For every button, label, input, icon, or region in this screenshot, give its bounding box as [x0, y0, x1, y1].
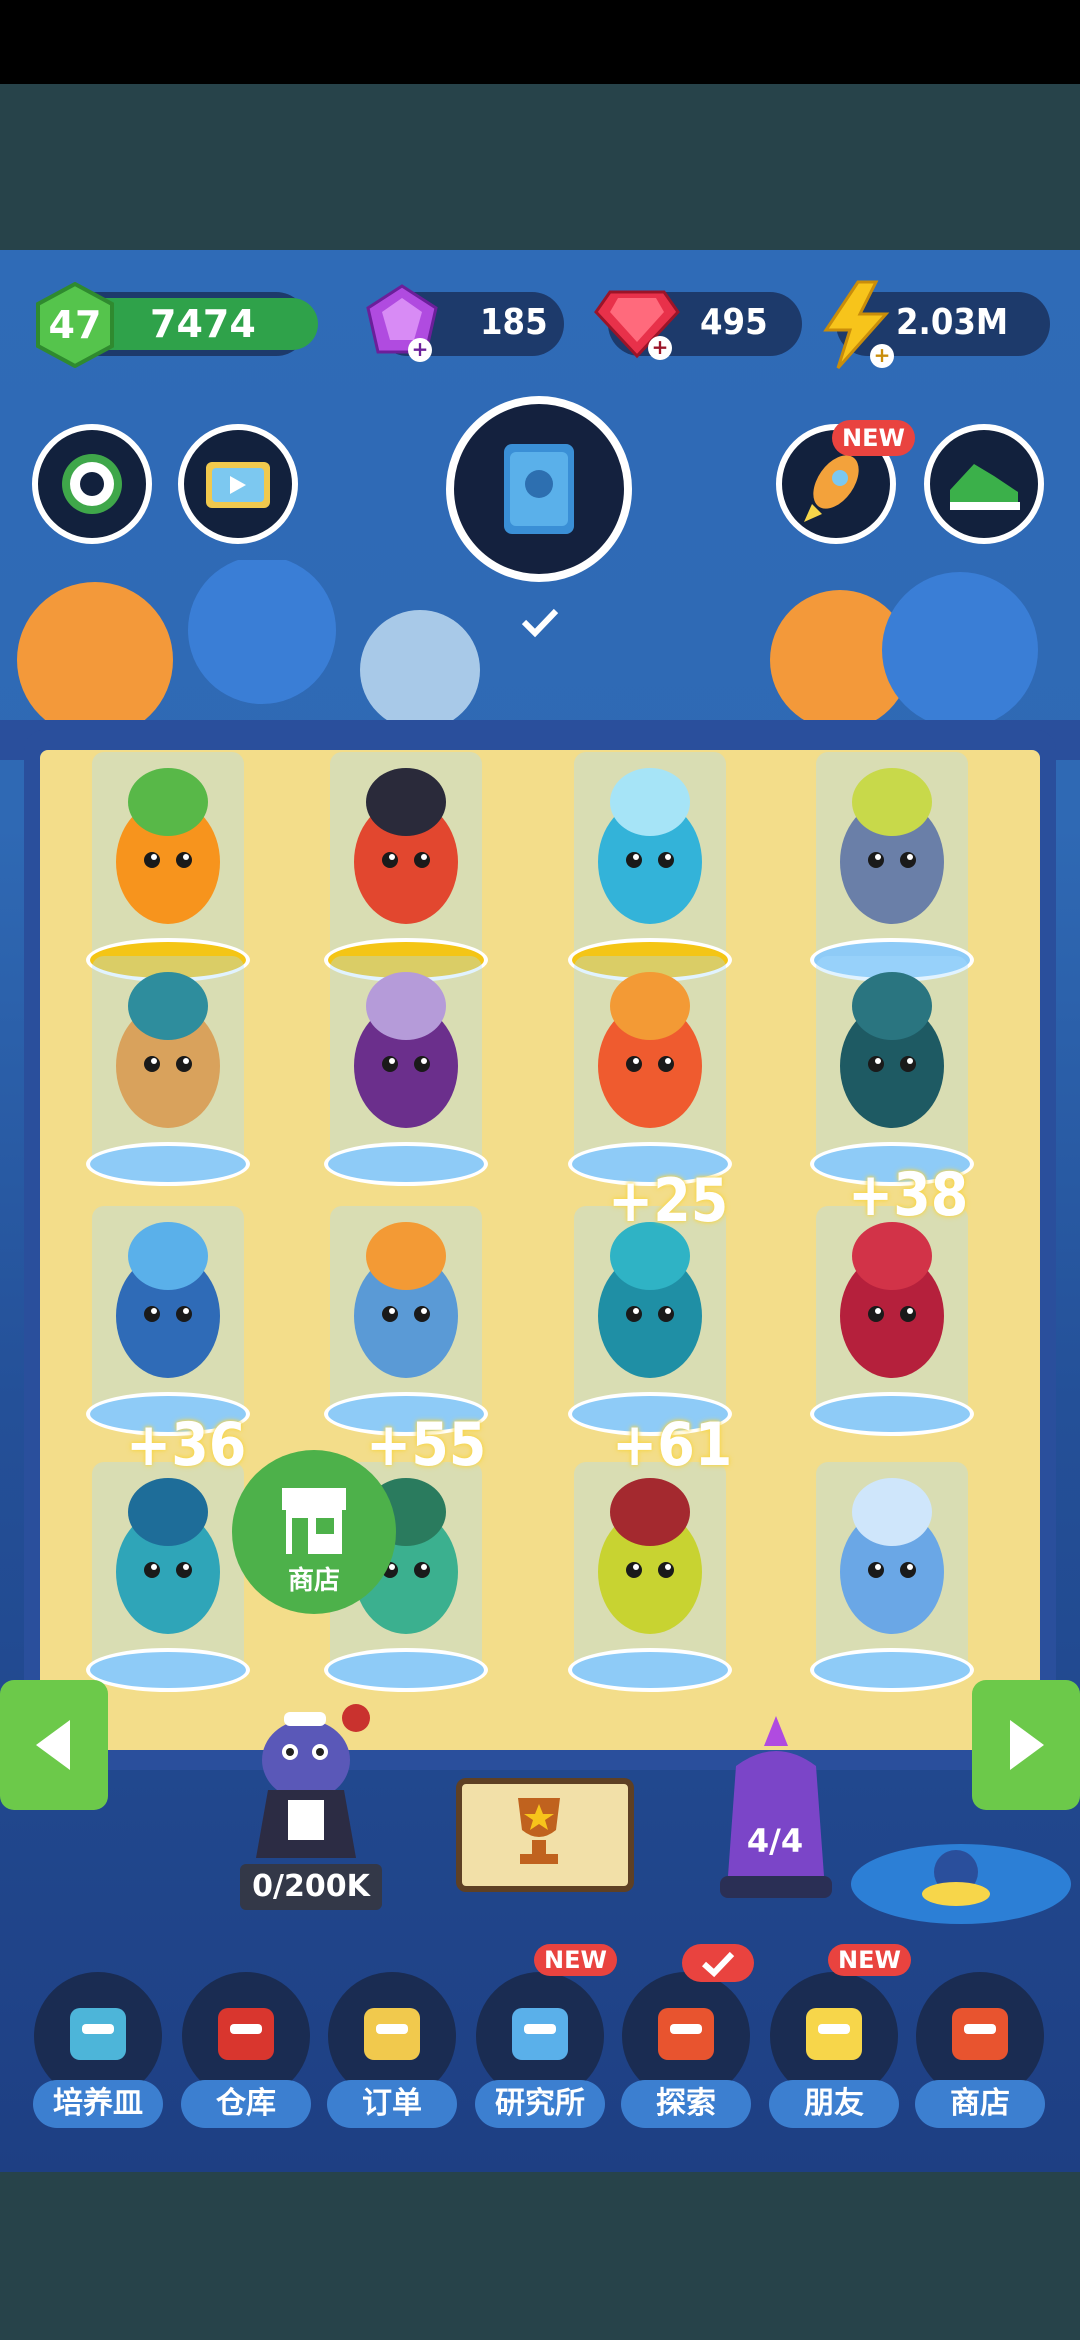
plant-slot[interactable] — [86, 1452, 250, 1692]
menu-label[interactable]: 订单 — [327, 2080, 457, 2128]
coin-count: 7474 — [150, 302, 256, 346]
plant-slot[interactable] — [324, 1196, 488, 1436]
plant-slot[interactable] — [810, 946, 974, 1186]
check-icon — [701, 1951, 735, 1978]
status-bar — [0, 0, 1080, 84]
plant-creature — [116, 768, 220, 924]
new-badge: NEW — [534, 1944, 617, 1976]
gem-count: 185 — [480, 302, 548, 343]
new-badge: NEW — [828, 1944, 911, 1976]
menu-label[interactable]: 仓库 — [181, 2080, 311, 2128]
plant-base — [810, 1392, 974, 1436]
boost-label: +25 — [608, 1166, 729, 1236]
shop-float-label: 商店 — [287, 1566, 340, 1596]
achievements-sign[interactable] — [456, 1778, 634, 1892]
maid-character[interactable] — [240, 1690, 380, 1860]
plant-slot[interactable] — [568, 1452, 732, 1692]
plant-slot[interactable] — [810, 1452, 974, 1692]
plant-creature — [116, 1478, 220, 1634]
book-icon — [504, 444, 574, 534]
plant-creature — [354, 972, 458, 1128]
bottom-decoration — [0, 2172, 1080, 2340]
plant-base — [324, 1142, 488, 1186]
tv-icon — [206, 462, 270, 508]
plant-creature — [840, 768, 944, 924]
storage-capacity: 0/200K — [240, 1864, 382, 1910]
arrow-right-icon — [1010, 1720, 1044, 1770]
arrow-left-icon — [36, 1720, 70, 1770]
plant-creature — [354, 768, 458, 924]
svg-text:+: + — [412, 337, 429, 361]
menu-label[interactable]: 探索 — [621, 2080, 751, 2128]
boost-label: +36 — [126, 1410, 247, 1480]
svg-text:+: + — [874, 343, 891, 367]
plant-creature — [840, 972, 944, 1128]
plant-base — [86, 1648, 250, 1692]
rocket-new-badge: NEW — [832, 420, 915, 456]
energy-amount: 2.03M — [896, 302, 1009, 343]
plant-creature — [598, 972, 702, 1128]
gear-icon — [62, 454, 122, 514]
boost-label: +61 — [612, 1410, 733, 1480]
plant-creature — [840, 1478, 944, 1634]
top-decoration — [0, 84, 1080, 250]
menu-label[interactable]: 商店 — [915, 2080, 1045, 2128]
plant-slot[interactable] — [568, 946, 732, 1186]
svg-text:+: + — [652, 335, 669, 359]
next-page-button[interactable] — [972, 1680, 1080, 1810]
purple-gem-icon[interactable]: + — [362, 282, 442, 366]
menu-label[interactable]: 培养皿 — [33, 2080, 163, 2128]
menu-label[interactable]: 朋友 — [769, 2080, 899, 2128]
previous-page-button[interactable] — [0, 1680, 108, 1810]
plant-slot[interactable] — [86, 946, 250, 1186]
settings-button[interactable] — [32, 424, 152, 544]
plant-slot[interactable] — [324, 946, 488, 1186]
plant-creature — [598, 768, 702, 924]
plant-creature — [354, 1222, 458, 1378]
level-number: 47 — [48, 303, 102, 347]
plant-slot[interactable] — [810, 1196, 974, 1436]
crystal-statue[interactable] — [706, 1706, 846, 1906]
video-ad-button[interactable] — [178, 424, 298, 544]
pond-decoration — [851, 1844, 1071, 1924]
plant-base — [810, 1648, 974, 1692]
plant-base — [86, 1142, 250, 1186]
plant-creature — [116, 972, 220, 1128]
boost-label: +38 — [848, 1160, 969, 1230]
plant-base — [568, 1648, 732, 1692]
lightning-icon[interactable]: + — [818, 280, 894, 370]
game-screen: 47 7474 185 + 495 + 2.03M + NEW +25 +38 … — [0, 0, 1080, 2340]
check-badge — [682, 1944, 754, 1982]
plant-creature — [598, 1478, 702, 1634]
ruby-count: 495 — [700, 302, 768, 343]
plant-slot[interactable] — [86, 1196, 250, 1436]
ruby-icon[interactable]: + — [594, 286, 680, 362]
trophy-icon — [518, 1798, 560, 1864]
sneaker-icon — [950, 464, 1020, 510]
plant-creature — [116, 1222, 220, 1378]
menu-label[interactable]: 研究所 — [475, 2080, 605, 2128]
crystal-count: 4/4 — [746, 1822, 804, 1860]
collection-book-button[interactable] — [446, 396, 632, 582]
plant-base — [324, 1648, 488, 1692]
shoe-button[interactable] — [924, 424, 1044, 544]
